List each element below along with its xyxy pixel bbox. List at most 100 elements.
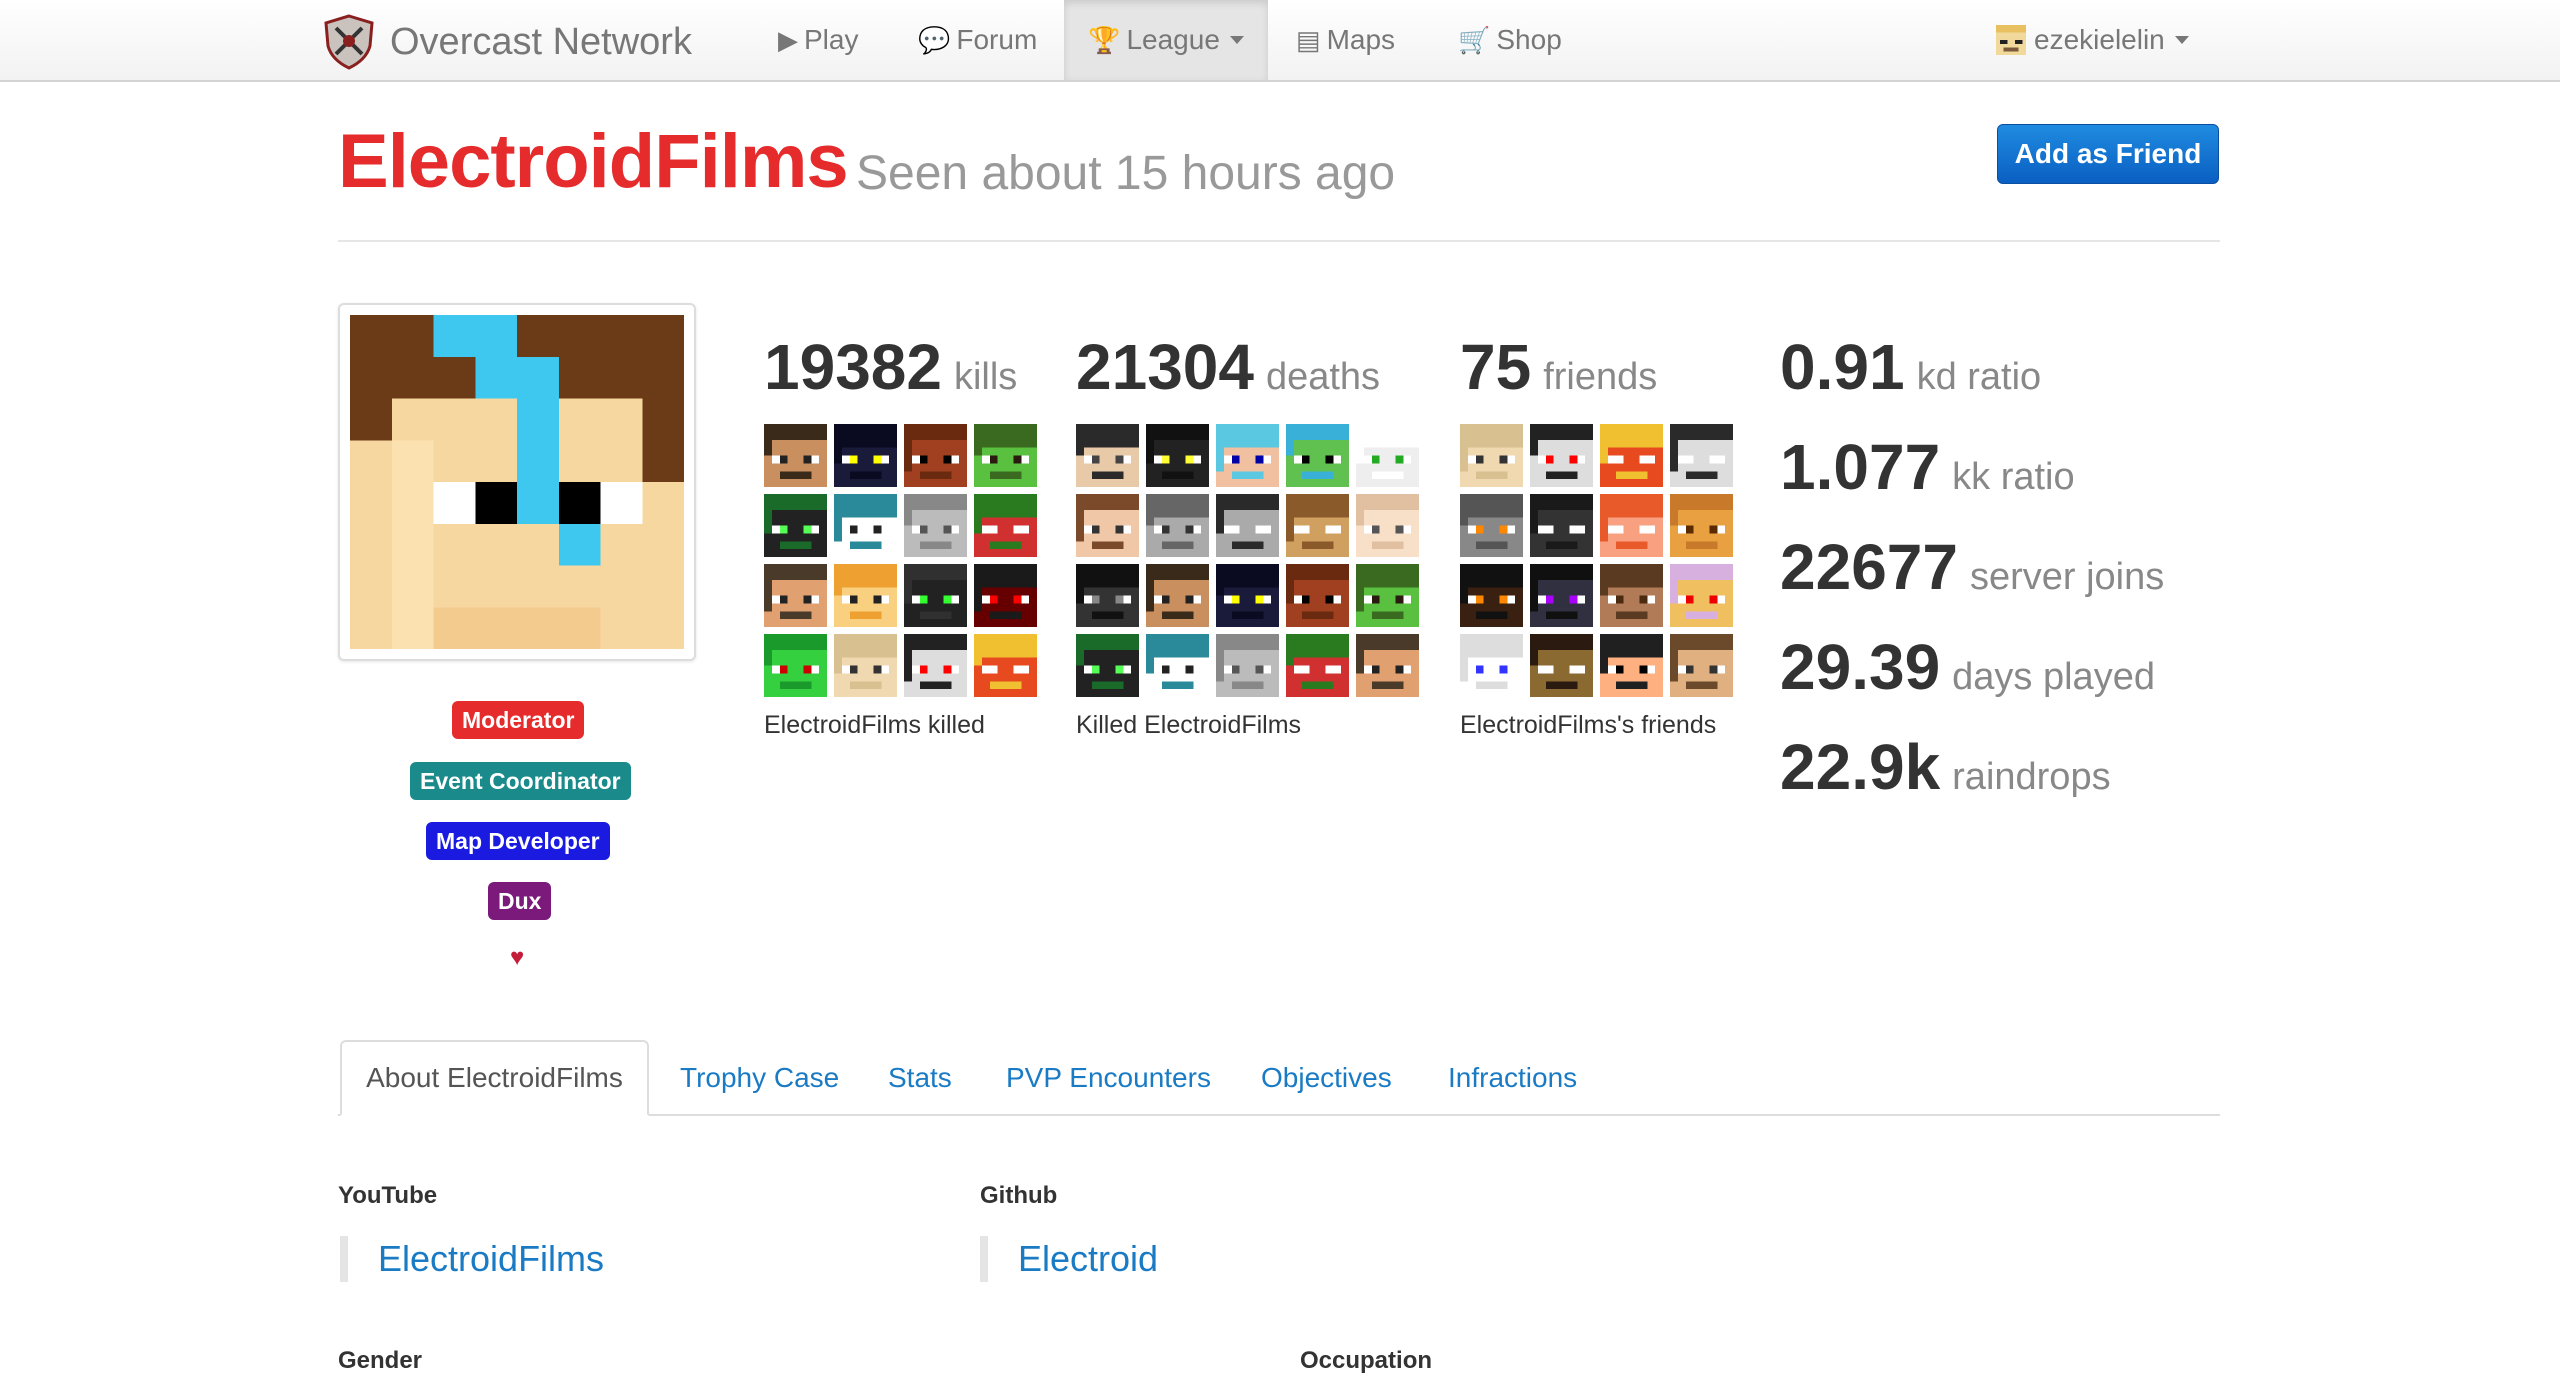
nav-forum-label: Forum <box>956 24 1038 55</box>
player-head-avatar[interactable] <box>1076 564 1139 627</box>
kd-stat: 0.91 kd ratio <box>1780 330 2041 404</box>
tab-about[interactable]: About ElectroidFilms <box>340 1040 649 1116</box>
badge-event-coordinator: Event Coordinator <box>410 762 631 800</box>
player-head-avatar[interactable] <box>1286 494 1349 557</box>
tab-objectives[interactable]: Objectives <box>1261 1040 1392 1116</box>
days-value: 29.39 <box>1780 631 1941 703</box>
player-head-avatar[interactable] <box>1076 494 1139 557</box>
player-head-avatar[interactable] <box>1460 494 1523 557</box>
player-head-avatar[interactable] <box>904 634 967 697</box>
tab-pvp-encounters[interactable]: PVP Encounters <box>1006 1040 1211 1116</box>
player-head-avatar[interactable] <box>974 564 1037 627</box>
player-head-avatar[interactable] <box>764 564 827 627</box>
top-navbar: Overcast Network ▶ Play 💬 Forum 🏆 League… <box>0 0 2560 82</box>
server-joins-stat: 22677 server joins <box>1780 530 2164 604</box>
player-head-avatar[interactable] <box>1600 634 1663 697</box>
nav-play[interactable]: ▶ Play <box>778 0 858 80</box>
player-head-avatar[interactable] <box>1216 424 1279 487</box>
player-head-avatar[interactable] <box>764 494 827 557</box>
player-head-avatar[interactable] <box>1146 494 1209 557</box>
youtube-link[interactable]: ElectroidFilms <box>340 1236 604 1282</box>
nav-play-label: Play <box>804 24 859 55</box>
player-head-avatar[interactable] <box>1076 424 1139 487</box>
player-head-avatar[interactable] <box>1356 424 1419 487</box>
player-head-avatar[interactable] <box>1670 564 1733 627</box>
player-head-avatar[interactable] <box>1460 634 1523 697</box>
player-name: ElectroidFilms <box>338 119 849 204</box>
player-head-avatar[interactable] <box>1216 564 1279 627</box>
user-menu[interactable]: ezekielelin <box>1996 0 2189 80</box>
brand-link[interactable]: Overcast Network <box>322 14 692 70</box>
player-head-avatar[interactable] <box>1670 424 1733 487</box>
kd-value: 0.91 <box>1780 331 1905 403</box>
github-link[interactable]: Electroid <box>980 1236 1158 1282</box>
killed-players-grid <box>764 424 1037 697</box>
raindrops-stat: 22.9k raindrops <box>1780 730 2111 804</box>
list-icon: ▤ <box>1296 24 1321 55</box>
player-head-avatar[interactable] <box>1600 424 1663 487</box>
comments-icon: 💬 <box>918 24 951 55</box>
player-head-avatar[interactable] <box>1530 424 1593 487</box>
friends-caption: ElectroidFilms's friends <box>1460 711 1717 739</box>
player-head-avatar[interactable] <box>1670 494 1733 557</box>
chevron-down-icon <box>2174 36 2189 44</box>
player-head-avatar[interactable] <box>904 424 967 487</box>
nav-league[interactable]: 🏆 League <box>1064 0 1268 80</box>
player-head-avatar[interactable] <box>1356 634 1419 697</box>
player-head-avatar[interactable] <box>834 634 897 697</box>
player-head-avatar[interactable] <box>974 424 1037 487</box>
player-head-avatar[interactable] <box>1286 564 1349 627</box>
kk-stat: 1.077 kk ratio <box>1780 430 2075 504</box>
header-divider <box>338 240 2220 242</box>
nav-league-label: League <box>1126 24 1220 55</box>
player-head-avatar[interactable] <box>1460 564 1523 627</box>
player-head-avatar[interactable] <box>904 494 967 557</box>
add-friend-button[interactable]: Add as Friend <box>1997 124 2219 184</box>
play-icon: ▶ <box>778 24 798 55</box>
player-head-avatar[interactable] <box>1146 634 1209 697</box>
deaths-value: 21304 <box>1076 331 1254 403</box>
days-unit: days played <box>1952 656 2155 698</box>
player-head-avatar[interactable] <box>1356 494 1419 557</box>
tab-infractions[interactable]: Infractions <box>1448 1040 1577 1116</box>
player-head-avatar[interactable] <box>1600 494 1663 557</box>
nav-shop-label: Shop <box>1496 24 1562 55</box>
player-head-avatar[interactable] <box>1146 424 1209 487</box>
player-head-avatar[interactable] <box>974 634 1037 697</box>
player-head-avatar[interactable] <box>974 494 1037 557</box>
nav-shop[interactable]: 🛒 Shop <box>1458 0 1562 80</box>
raindrops-unit: raindrops <box>1952 756 2111 798</box>
kk-value: 1.077 <box>1780 431 1941 503</box>
tab-stats[interactable]: Stats <box>888 1040 952 1116</box>
player-head-avatar[interactable] <box>764 634 827 697</box>
player-head-avatar[interactable] <box>1530 634 1593 697</box>
player-head-avatar[interactable] <box>1670 634 1733 697</box>
player-head-avatar[interactable] <box>1600 564 1663 627</box>
occupation-label: Occupation <box>1300 1347 1433 1374</box>
tab-trophy-case[interactable]: Trophy Case <box>680 1040 839 1116</box>
deaths-stat: 21304 deaths <box>1076 330 1380 404</box>
player-head-avatar[interactable] <box>1530 494 1593 557</box>
player-head-avatar[interactable] <box>904 564 967 627</box>
nav-forum[interactable]: 💬 Forum <box>918 0 1037 80</box>
trophy-icon: 🏆 <box>1088 24 1121 55</box>
player-head-avatar[interactable] <box>1146 564 1209 627</box>
heart-icon: ♥ <box>510 944 525 971</box>
kills-value: 19382 <box>764 331 942 403</box>
player-head-avatar[interactable] <box>1460 424 1523 487</box>
nav-maps[interactable]: ▤ Maps <box>1296 0 1395 80</box>
player-head-avatar[interactable] <box>1356 564 1419 627</box>
player-head-avatar[interactable] <box>1216 634 1279 697</box>
player-head-avatar[interactable] <box>834 494 897 557</box>
friends-unit: friends <box>1543 356 1658 398</box>
friends-grid <box>1460 424 1733 697</box>
player-head-avatar[interactable] <box>834 564 897 627</box>
player-head-avatar[interactable] <box>1216 494 1279 557</box>
player-head-avatar[interactable] <box>1286 634 1349 697</box>
player-head-avatar[interactable] <box>764 424 827 487</box>
player-head-avatar[interactable] <box>1286 424 1349 487</box>
badge-dux: Dux <box>488 882 552 920</box>
player-head-avatar[interactable] <box>1076 634 1139 697</box>
player-head-avatar[interactable] <box>834 424 897 487</box>
player-head-avatar[interactable] <box>1530 564 1593 627</box>
